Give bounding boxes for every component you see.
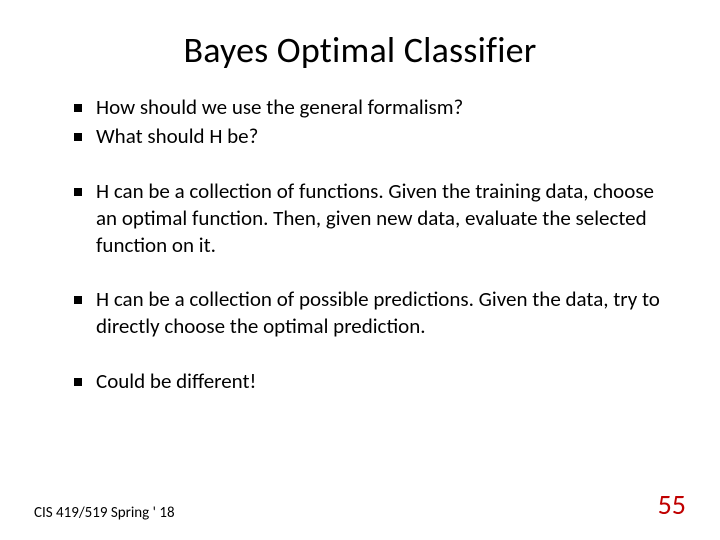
bullet-item: Could be different! xyxy=(74,368,664,395)
slide-content: How should we use the general formalism?… xyxy=(56,94,664,395)
bullet-text: H can be a collection of functions. Give… xyxy=(96,178,654,258)
bullet-text: How should we use the general formalism? xyxy=(96,94,463,120)
slide-title: Bayes Optimal Classifier xyxy=(56,28,664,72)
bullet-item: H can be a collection of functions. Give… xyxy=(74,178,664,259)
slide: Bayes Optimal Classifier How should we u… xyxy=(0,0,720,540)
bullet-item: How should we use the general formalism? xyxy=(74,94,664,121)
bullet-text: What should H be? xyxy=(96,123,258,149)
page-number: 55 xyxy=(658,487,686,522)
bullet-text: H can be a collection of possible predic… xyxy=(96,286,660,339)
slide-footer: CIS 419/519 Spring ' 18 55 xyxy=(34,487,686,522)
bullet-item: H can be a collection of possible predic… xyxy=(74,286,664,340)
course-label: CIS 419/519 Spring ' 18 xyxy=(34,504,175,522)
bullet-text: Could be different! xyxy=(96,368,256,394)
bullet-list: How should we use the general formalism?… xyxy=(74,94,664,395)
bullet-item: What should H be? xyxy=(74,123,664,150)
